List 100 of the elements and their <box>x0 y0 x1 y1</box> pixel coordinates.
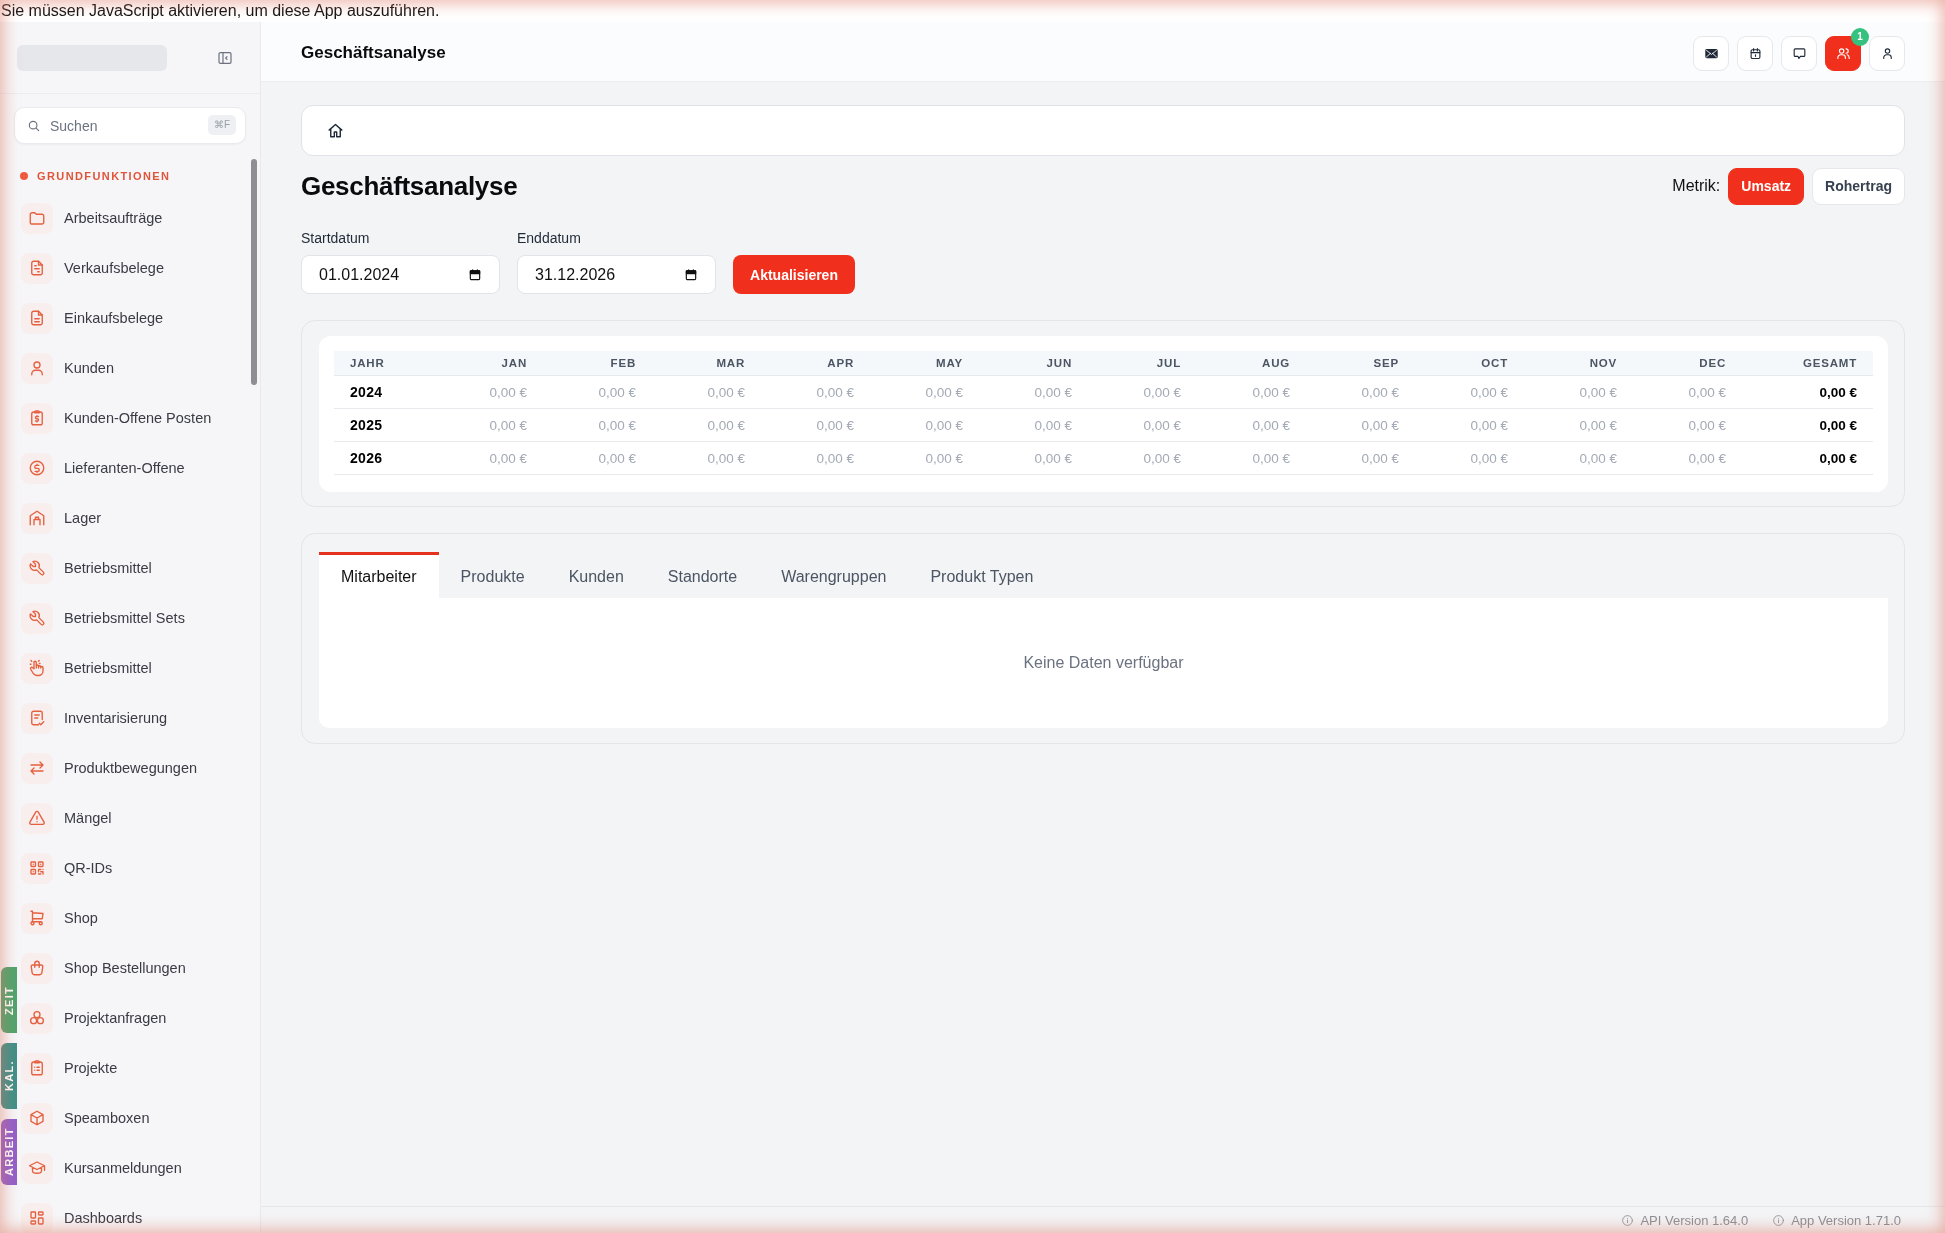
nav-item[interactable]: Lager <box>18 493 260 543</box>
table-cell-text: 0,00 € <box>1360 384 1400 400</box>
metric-label: Metrik: <box>1672 177 1721 195</box>
nav-item[interactable]: Dashboards <box>18 1193 260 1233</box>
tab[interactable]: Produkt Typen <box>908 552 1056 598</box>
tab[interactable]: Kunden <box>546 552 646 598</box>
tab[interactable]: Mitarbeiter <box>319 552 439 598</box>
metric-button[interactable]: Umsatz <box>1728 167 1805 205</box>
column-header: NOV <box>1588 357 1618 369</box>
nav-item[interactable]: Lieferanten-Offene <box>18 443 260 493</box>
column-header: MAY <box>935 357 964 369</box>
table-cell-text: 0,00 € <box>1142 384 1182 400</box>
empty-state-text: Keine Daten verfügbar <box>1023 654 1184 672</box>
update-button[interactable]: Aktualisieren <box>733 255 855 294</box>
page-title: Geschäftsanalyse <box>301 170 518 202</box>
column-header: AUG <box>1261 357 1291 369</box>
mail-button[interactable] <box>1693 35 1729 71</box>
table-cell-text: 0,00 € <box>924 384 964 400</box>
qr-code-icon <box>21 852 53 884</box>
dot-icon <box>20 172 28 180</box>
tab[interactable]: Standorte <box>645 552 760 598</box>
table-cell-text: 0,00 € <box>1687 384 1727 400</box>
nav-item[interactable]: Kunden <box>18 343 260 393</box>
nav-item[interactable]: Inventarisierung <box>18 693 260 743</box>
table-cell-text: 0,00 € <box>815 417 855 433</box>
metric-button[interactable]: Rohertrag <box>1812 167 1905 205</box>
column-header: FEB <box>609 357 637 369</box>
table-cell-text: 0,00 € <box>597 417 637 433</box>
column-header: OCT <box>1480 357 1509 369</box>
table-cell-text: 2025 <box>349 417 384 433</box>
nav-item[interactable]: Shop Bestellungen <box>18 943 260 993</box>
version-text: API Version 1.64.0 <box>1640 1212 1749 1228</box>
table-cell-text: 2026 <box>349 450 384 466</box>
nav-item[interactable]: Einkaufsbelege <box>18 293 260 343</box>
column-header: JAHR <box>349 357 386 369</box>
table-cell-text: 0,00 € <box>1818 417 1858 433</box>
table-cell-text: 0,00 € <box>1469 384 1509 400</box>
nav-item[interactable]: Projekte <box>18 1043 260 1093</box>
nav-item[interactable]: Produktbewegungen <box>18 743 260 793</box>
side-tab[interactable]: KAL. <box>1 1043 17 1109</box>
table-cell-text: 0,00 € <box>1033 450 1073 466</box>
info-icon <box>1621 1213 1635 1227</box>
table-cell-text: 0,00 € <box>1578 450 1618 466</box>
nav-item[interactable]: Kursanmeldungen <box>18 1143 260 1193</box>
users-icon <box>1835 45 1851 61</box>
nav-item[interactable]: Betriebsmittel Sets <box>18 593 260 643</box>
column-header: GESAMT <box>1802 357 1858 369</box>
chat-button[interactable] <box>1781 35 1817 71</box>
calendar-icon[interactable] <box>684 267 698 282</box>
table-cell-text: 0,00 € <box>706 450 746 466</box>
column-header: MAR <box>715 357 746 369</box>
table-cell-text: 0,00 € <box>1360 417 1400 433</box>
user-button[interactable] <box>1869 35 1905 71</box>
column-header: JAN <box>500 357 528 369</box>
table-cell-text: 0,00 € <box>1142 450 1182 466</box>
home-icon[interactable] <box>326 121 345 140</box>
date-field[interactable]: 01.01.2024 <box>301 255 500 294</box>
column-header: JUL <box>1155 357 1182 369</box>
table-cell-text: 0,00 € <box>1578 417 1618 433</box>
table-cell-text: 0,00 € <box>924 450 964 466</box>
nav-item[interactable]: Betriebsmittel <box>18 643 260 693</box>
table-cell-text: 0,00 € <box>706 417 746 433</box>
nav-item[interactable]: Arbeitsaufträge <box>18 193 260 243</box>
table-cell-text: 0,00 € <box>1818 450 1858 466</box>
nav-item[interactable]: Shop <box>18 893 260 943</box>
table-cell-text: 0,00 € <box>815 384 855 400</box>
side-tab[interactable]: ARBEIT <box>1 1119 17 1185</box>
table-cell-text: 0,00 € <box>815 450 855 466</box>
header-title: Geschäftsanalyse <box>301 43 446 63</box>
notification-badge: 1 <box>1851 27 1869 46</box>
scrollbar-thumb[interactable] <box>251 159 257 385</box>
date-field[interactable]: 31.12.2026 <box>517 255 716 294</box>
calendar-button[interactable] <box>1737 35 1773 71</box>
nav-item[interactable]: Projektanfragen <box>18 993 260 1043</box>
cube-icon <box>21 1102 53 1134</box>
tab[interactable]: Warengruppen <box>759 552 909 598</box>
table-cell-text: 0,00 € <box>924 417 964 433</box>
nav-item[interactable]: Verkaufsbelege <box>18 243 260 293</box>
calendar-icon[interactable] <box>468 267 482 282</box>
table-cell-text: 0,00 € <box>1251 417 1291 433</box>
table-cell-text: 0,00 € <box>1360 450 1400 466</box>
nav-item[interactable]: Speamboxen <box>18 1093 260 1143</box>
cart-icon <box>21 902 53 934</box>
wrench-icon <box>21 552 53 584</box>
user-icon <box>21 352 53 384</box>
wrench-icon <box>21 602 53 634</box>
nav-item[interactable]: Mängel <box>18 793 260 843</box>
calendar-icon <box>1747 45 1763 61</box>
tab[interactable]: Produkte <box>438 552 547 598</box>
nav-item[interactable]: Kunden-Offene Posten <box>18 393 260 443</box>
nav-item[interactable]: Betriebsmittel <box>18 543 260 593</box>
nav-item[interactable]: QR-IDs <box>18 843 260 893</box>
field-label: Enddatum <box>517 230 582 247</box>
table-cell-text: 0,00 € <box>488 384 528 400</box>
table-cell-text: 0,00 € <box>1469 450 1509 466</box>
table-cell-text: 0,00 € <box>1687 450 1727 466</box>
info-icon <box>1772 1213 1786 1227</box>
document-icon <box>21 302 53 334</box>
sidebar-toggle-icon[interactable] <box>217 49 233 66</box>
table-cell-text: 0,00 € <box>1469 417 1509 433</box>
